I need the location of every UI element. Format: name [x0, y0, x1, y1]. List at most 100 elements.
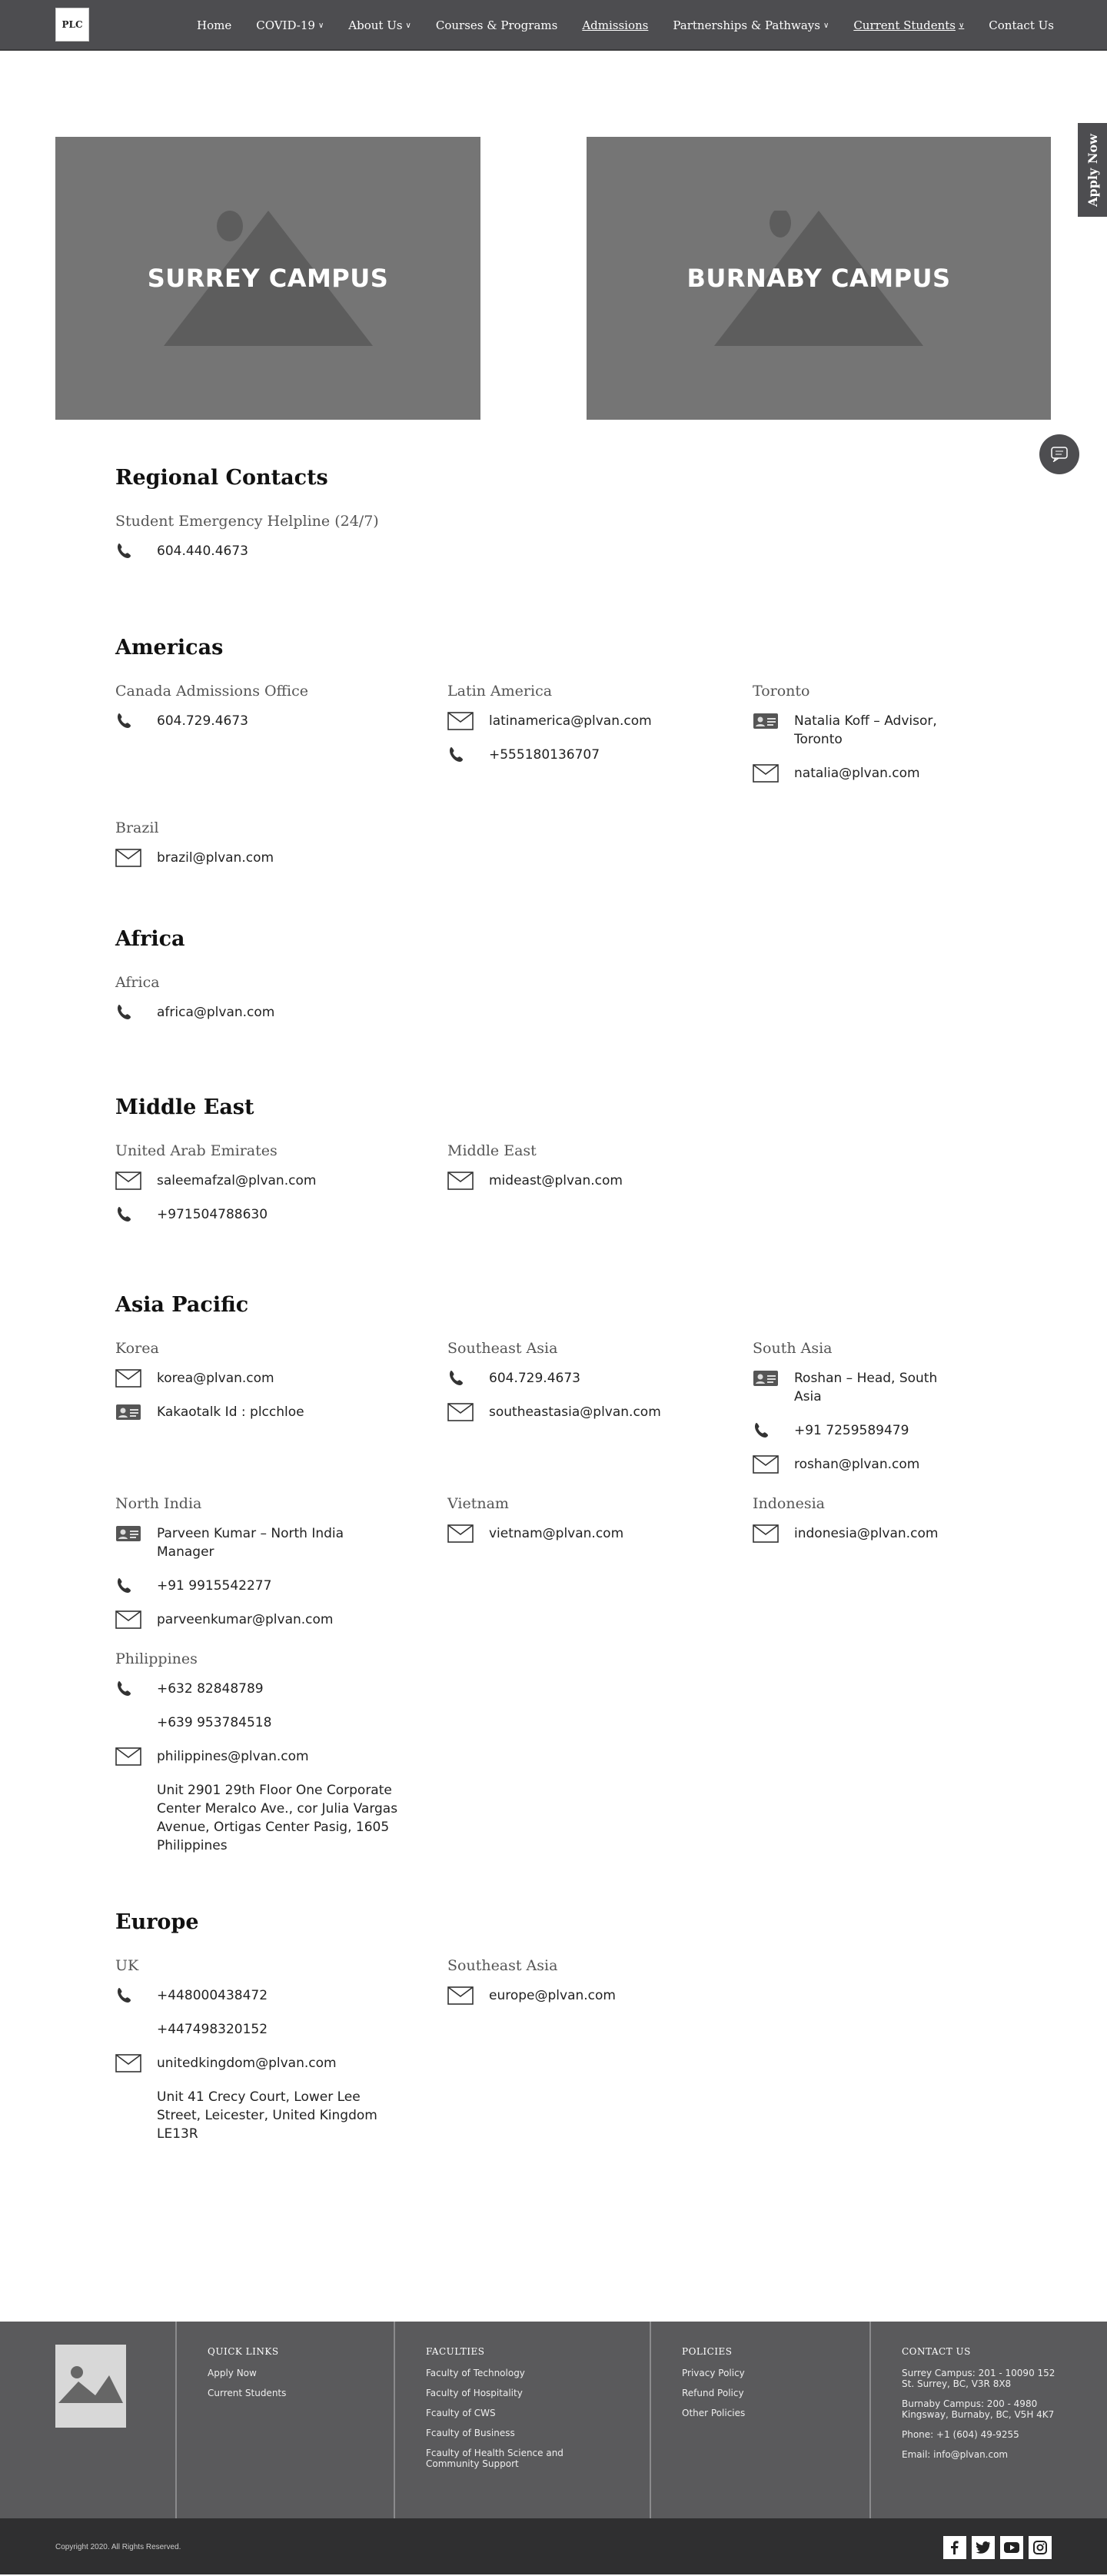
nav-item-home[interactable]: Home: [197, 18, 231, 32]
footer-link-faculty[interactable]: Faculty of Hospitality: [426, 2388, 588, 2398]
regional-contacts-section: Regional Contacts Student Emergency Help…: [115, 397, 1107, 560]
phone-icon: [115, 1577, 157, 1595]
nav-item-covid[interactable]: COVID-19 ∨: [256, 18, 324, 32]
surrey-campus-card[interactable]: SURREY CAMPUS: [55, 137, 480, 420]
email-link[interactable]: philippines@plvan.com: [157, 1747, 309, 1766]
email-link[interactable]: korea@plvan.com: [157, 1369, 274, 1388]
contact-label: Southeast Asia: [447, 1957, 558, 1974]
footer-link-faculty[interactable]: Faculty of Technology: [426, 2368, 588, 2378]
main-menu: Home COVID-19 ∨ About Us ∨ Courses & Progr…: [197, 0, 1079, 51]
contact-row: +448000438472: [115, 1986, 417, 2005]
chevron-down-icon: ∨: [823, 21, 829, 30]
email-link[interactable]: natalia@plvan.com: [794, 764, 920, 783]
footer-link-privacy[interactable]: Privacy Policy: [682, 2368, 869, 2378]
contact-row: Unit 41 Crecy Court, Lower Lee Street, L…: [115, 2088, 417, 2143]
nav-item-admissions[interactable]: Admissions: [582, 18, 648, 32]
mail-icon: [447, 1986, 489, 2005]
phone-icon: [447, 746, 489, 764]
twitter-icon[interactable]: [972, 2536, 995, 2559]
contact-row: unitedkingdom@plvan.com: [115, 2054, 417, 2072]
instagram-icon[interactable]: [1029, 2536, 1052, 2559]
phone-icon: [115, 542, 157, 560]
phone-icon: [115, 1680, 157, 1698]
facebook-icon[interactable]: [943, 2536, 966, 2559]
phone-link[interactable]: +448000438472: [157, 1986, 268, 2005]
phone-link[interactable]: 604.729.4673: [489, 1369, 580, 1388]
contacts-main: Regional Contacts Student Emergency Help…: [0, 397, 1107, 2159]
contact-label: Indonesia: [753, 1495, 825, 1512]
phone-icon: [115, 712, 157, 730]
contact-block-southeast-asia: Southeast Asia 604.729.4673 southeastasi…: [447, 1340, 753, 1489]
phone-link[interactable]: +632 82848789: [157, 1680, 264, 1698]
apply-now-tab[interactable]: Apply Now: [1078, 123, 1107, 217]
phone-link[interactable]: +639 953784518: [157, 1713, 271, 1732]
phone-icon: [115, 1205, 157, 1224]
email-link[interactable]: southeastasia@plvan.com: [489, 1403, 661, 1421]
phone-link[interactable]: 604.729.4673: [157, 712, 248, 730]
email-link[interactable]: mideast@plvan.com: [489, 1172, 623, 1190]
contact-label: South Asia: [753, 1340, 833, 1357]
surrey-address: Surrey Campus: 201 - 10090 152 St. Surre…: [902, 2368, 1055, 2389]
footer-link-faculty[interactable]: Fcaulty of Business: [426, 2428, 588, 2438]
site-footer: QUICK LINKS Apply Now Current Students F…: [0, 2322, 1107, 2574]
email-link[interactable]: vietnam@plvan.com: [489, 1524, 623, 1543]
id-card-icon: [115, 1403, 157, 1421]
phone-link[interactable]: +971504788630: [157, 1205, 268, 1224]
email-link[interactable]: parveenkumar@plvan.com: [157, 1610, 334, 1629]
phone-link[interactable]: +555180136707: [489, 746, 600, 764]
contact-label: Student Emergency Helpline (24/7): [115, 513, 379, 530]
phone-link[interactable]: +91 9915542277: [157, 1577, 271, 1595]
mail-icon: [115, 1610, 157, 1629]
mail-icon: [753, 764, 794, 783]
phone-icon: [115, 1986, 157, 2005]
footer-link-faculty[interactable]: Fcaulty of CWS: [426, 2408, 588, 2418]
africa-section: Africa Africa africa@plvan.com: [115, 882, 1107, 1022]
contact-grid: Korea korea@plvan.com Kakaotalk Id : plc…: [115, 1340, 1107, 1870]
contact-label: Korea: [115, 1340, 159, 1357]
nav-item-about[interactable]: About Us ∨: [348, 18, 411, 32]
email-link[interactable]: indonesia@plvan.com: [794, 1524, 938, 1543]
footer-link-other-policies[interactable]: Other Policies: [682, 2408, 869, 2418]
phone-icon: [753, 1421, 794, 1440]
email-link[interactable]: europe@plvan.com: [489, 1986, 616, 2005]
footer-main: QUICK LINKS Apply Now Current Students F…: [0, 2322, 1107, 2518]
email-link[interactable]: unitedkingdom@plvan.com: [157, 2054, 337, 2072]
email-link[interactable]: saleemafzal@plvan.com: [157, 1172, 316, 1190]
contact-row: 604.440.4673: [115, 542, 1107, 560]
nav-item-partnerships[interactable]: Partnerships & Pathways ∨: [673, 18, 829, 32]
email-link[interactable]: latinamerica@plvan.com: [489, 712, 652, 730]
footer-link-faculty[interactable]: Fcaulty of Health Science and Community …: [426, 2448, 588, 2469]
burnaby-address: Burnaby Campus: 200 - 4980 Kingsway, Bur…: [902, 2398, 1055, 2420]
email-link[interactable]: africa@plvan.com: [157, 1003, 274, 1022]
nav-item-courses[interactable]: Courses & Programs: [436, 18, 557, 32]
contact-row: indonesia@plvan.com: [753, 1524, 952, 1543]
site-logo[interactable]: PLC: [55, 8, 89, 42]
burnaby-campus-card[interactable]: BURNABY CAMPUS: [587, 137, 1051, 420]
contact-row: korea@plvan.com: [115, 1369, 417, 1388]
chevron-down-icon: ∨: [317, 21, 324, 30]
phone-link[interactable]: +447498320152: [157, 2020, 268, 2039]
contact-person: Roshan – Head, South Asia: [794, 1371, 938, 1404]
social-links: [938, 2536, 1052, 2559]
footer-policies: POLICIES Privacy Policy Refund Policy Ot…: [651, 2322, 871, 2518]
youtube-icon[interactable]: [1000, 2536, 1023, 2559]
contact-block-uae: United Arab Emirates saleemafzal@plvan.c…: [115, 1142, 447, 1239]
footer-link-apply[interactable]: Apply Now: [208, 2368, 394, 2378]
email-link[interactable]: brazil@plvan.com: [157, 849, 274, 867]
nav-item-current-students[interactable]: Current Students ∨: [853, 18, 964, 32]
nav-label: Contact Us: [989, 18, 1054, 32]
email-link[interactable]: roshan@plvan.com: [794, 1455, 919, 1474]
contact-block-europe-sea: Southeast Asia europe@plvan.com: [447, 1957, 753, 2159]
contact-block-brazil: Brazil brazil@plvan.com: [115, 819, 447, 882]
helpline-phone-link[interactable]: 604.440.4673: [157, 542, 248, 560]
contact-row: vietnam@plvan.com: [447, 1524, 722, 1543]
contact-label: Middle East: [447, 1142, 537, 1159]
footer-link-refund[interactable]: Refund Policy: [682, 2388, 869, 2398]
nav-item-contact[interactable]: Contact Us: [989, 18, 1054, 32]
mail-icon: [115, 849, 157, 867]
id-card-icon: [753, 1369, 794, 1388]
footer-link-current-students[interactable]: Current Students: [208, 2388, 394, 2398]
contact-row: brazil@plvan.com: [115, 849, 417, 867]
contact-block-philippines: Philippines +632 82848789 +639 953784518…: [115, 1650, 447, 1870]
phone-link[interactable]: +91 7259589479: [794, 1421, 909, 1440]
